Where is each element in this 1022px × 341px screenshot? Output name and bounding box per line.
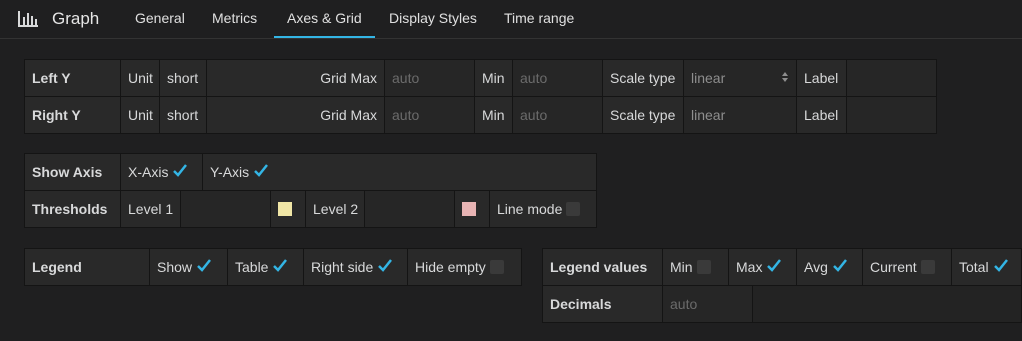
line-mode-label: Line mode	[497, 201, 563, 217]
right-y-unit-picker[interactable]: short	[159, 96, 207, 134]
left-y-grid-max-input[interactable]: auto	[384, 59, 475, 97]
right-y-label-label: Label	[796, 96, 847, 134]
legend-total-toggle[interactable]: Total	[951, 248, 1022, 286]
level1-color-picker[interactable]	[270, 190, 306, 228]
right-y-unit-label: Unit	[120, 96, 160, 134]
left-y-label-label: Label	[796, 59, 847, 97]
left-y-scale-type-label: Scale type	[602, 59, 684, 97]
legend-show-label: Show	[157, 259, 193, 275]
left-y-min-input[interactable]: auto	[512, 59, 603, 97]
line-mode-toggle[interactable]: Line mode	[489, 190, 597, 228]
left-y-unit-picker[interactable]: short	[159, 59, 207, 97]
checkmark-icon	[377, 259, 393, 274]
checkmark-icon	[766, 259, 782, 274]
legend-right-side-label: Right side	[311, 259, 374, 275]
checkbox-empty-icon	[489, 260, 504, 274]
right-y-grid-max-label: Grid Max	[206, 96, 385, 134]
legend-values-label: Legend values	[542, 248, 663, 286]
right-y-grid-max-input[interactable]: auto	[384, 96, 475, 134]
color-swatch-icon	[462, 202, 476, 216]
checkmark-icon	[272, 259, 288, 274]
checkmark-icon	[196, 259, 212, 274]
legend-hide-empty-toggle[interactable]: Hide empty	[407, 248, 522, 286]
right-y-scale-type-select[interactable]: linear	[683, 96, 797, 134]
legend-hide-empty-label: Hide empty	[415, 259, 486, 275]
legend-min-label: Min	[670, 259, 693, 275]
decimals-input[interactable]: auto	[662, 285, 753, 323]
select-arrows-icon	[782, 72, 788, 82]
legend-show-toggle[interactable]: Show	[149, 248, 228, 286]
legend-max-label: Max	[736, 259, 763, 275]
legend-table-label: Table	[235, 259, 269, 275]
legend-label: Legend	[24, 248, 150, 286]
checkmark-icon	[172, 164, 188, 179]
tab-display-styles[interactable]: Display Styles	[376, 0, 490, 38]
level1-label: Level 1	[120, 190, 181, 228]
legend-avg-toggle[interactable]: Avg	[796, 248, 863, 286]
right-y-scale-type-label: Scale type	[602, 96, 684, 134]
panel-editor-header: Graph General Metrics Axes & Grid Displa…	[0, 0, 1022, 39]
decimals-row-filler	[752, 285, 1022, 323]
legend-current-label: Current	[870, 259, 917, 275]
legend-avg-label: Avg	[804, 259, 828, 275]
legend-max-toggle[interactable]: Max	[728, 248, 797, 286]
left-y-scale-type-select[interactable]: linear	[683, 59, 797, 97]
y-axis-label: Y-Axis	[210, 164, 250, 180]
level2-input[interactable]	[364, 190, 455, 228]
legend-min-toggle[interactable]: Min	[662, 248, 729, 286]
right-y-min-input[interactable]: auto	[512, 96, 603, 134]
x-axis-label: X-Axis	[128, 164, 169, 180]
legend-table-toggle[interactable]: Table	[227, 248, 304, 286]
checkbox-empty-icon	[920, 260, 935, 274]
tab-axes-grid[interactable]: Axes & Grid	[274, 0, 375, 38]
thresholds-label: Thresholds	[24, 190, 121, 228]
right-y-label: Right Y	[24, 96, 121, 134]
checkmark-icon	[832, 259, 847, 274]
panel-type-label: Graph	[52, 9, 100, 28]
level1-input[interactable]	[180, 190, 271, 228]
level2-color-picker[interactable]	[454, 190, 490, 228]
legend-current-toggle[interactable]: Current	[862, 248, 952, 286]
tab-general[interactable]: General	[122, 0, 198, 38]
right-y-label-input[interactable]	[846, 96, 937, 134]
right-y-scale-type-value: linear	[691, 107, 726, 123]
color-swatch-icon	[278, 202, 292, 216]
show-axis-label: Show Axis	[24, 153, 121, 191]
checkmark-icon	[993, 259, 1008, 274]
axes-grid-editor: Left Y Unit short Grid Max auto Min auto…	[0, 39, 1022, 341]
legend-right-side-toggle[interactable]: Right side	[303, 248, 408, 286]
left-y-min-label: Min	[474, 59, 513, 97]
checkmark-icon	[253, 164, 269, 179]
left-y-unit-label: Unit	[120, 59, 160, 97]
bar-chart-icon	[18, 11, 38, 27]
tab-time-range[interactable]: Time range	[491, 0, 587, 38]
left-y-grid-max-label: Grid Max	[206, 59, 385, 97]
right-y-min-label: Min	[474, 96, 513, 134]
left-y-label: Left Y	[24, 59, 121, 97]
y-axis-toggle[interactable]: Y-Axis	[202, 153, 597, 191]
tab-metrics[interactable]: Metrics	[199, 0, 270, 38]
panel-type-title: Graph	[18, 9, 99, 29]
legend-total-label: Total	[959, 259, 989, 275]
level2-label: Level 2	[305, 190, 365, 228]
x-axis-toggle[interactable]: X-Axis	[120, 153, 203, 191]
checkbox-empty-icon	[566, 202, 581, 216]
checkbox-empty-icon	[696, 260, 711, 274]
decimals-label: Decimals	[542, 285, 663, 323]
left-y-scale-type-value: linear	[691, 70, 726, 86]
left-y-label-input[interactable]	[846, 59, 937, 97]
